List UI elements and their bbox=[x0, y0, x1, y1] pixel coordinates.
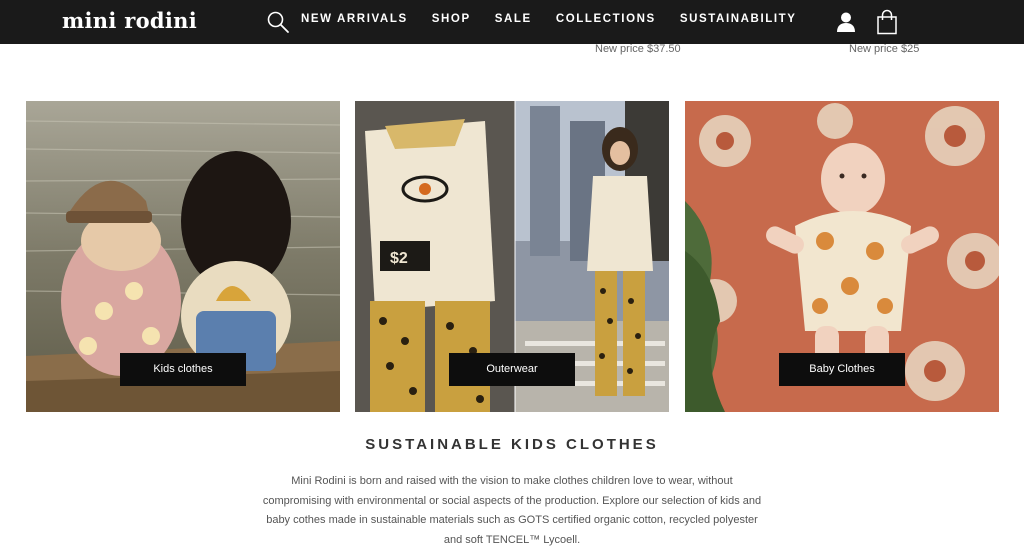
search-button[interactable] bbox=[266, 10, 290, 34]
description-line: Mini Rodini is born and raised with the … bbox=[291, 475, 733, 487]
search-icon bbox=[267, 11, 289, 33]
nav-sale[interactable]: SALE bbox=[495, 13, 532, 25]
description-line: compromising with environmental or socia… bbox=[262, 494, 762, 507]
nav-new-arrivals[interactable]: NEW ARRIVALS bbox=[301, 13, 408, 25]
category-label[interactable]: Kids clothes bbox=[120, 353, 246, 386]
section-description: Mini Rodini is born and raised with the … bbox=[262, 472, 762, 550]
product-new-price: New price $37.50 bbox=[595, 43, 681, 55]
description-line: baby cothes made in sustainable material… bbox=[266, 514, 758, 527]
svg-text:$2: $2 bbox=[390, 250, 408, 267]
category-tile-kids-clothes[interactable]: Kids clothes bbox=[26, 101, 340, 412]
category-tile-outerwear[interactable]: $2 Outerwear bbox=[355, 101, 669, 412]
section-title: SUSTAINABLE KIDS CLOTHES bbox=[365, 436, 659, 453]
brand-logo[interactable]: mini rodini bbox=[62, 8, 197, 33]
nav-sustainability[interactable]: SUSTAINABILITY bbox=[680, 13, 797, 25]
product-new-price: New price $25 bbox=[849, 43, 920, 55]
shopping-bag-icon bbox=[877, 9, 897, 35]
category-label[interactable]: Outerwear bbox=[449, 353, 575, 386]
category-tile-baby-clothes[interactable]: Baby Clothes bbox=[685, 101, 999, 412]
nav-shop[interactable]: SHOP bbox=[432, 13, 471, 25]
nav-collections[interactable]: COLLECTIONS bbox=[556, 13, 656, 25]
account-button[interactable] bbox=[834, 10, 858, 34]
category-label[interactable]: Baby Clothes bbox=[779, 353, 905, 386]
cart-button[interactable] bbox=[876, 9, 898, 35]
main-nav: NEW ARRIVALS SHOP SALE COLLECTIONS SUSTA… bbox=[301, 13, 821, 25]
user-icon bbox=[837, 12, 855, 32]
description-line: and soft TENCEL™ Lycoell. bbox=[443, 533, 581, 546]
site-header: mini rodini NEW ARRIVALS SHOP SALE COLLE… bbox=[0, 0, 1024, 44]
